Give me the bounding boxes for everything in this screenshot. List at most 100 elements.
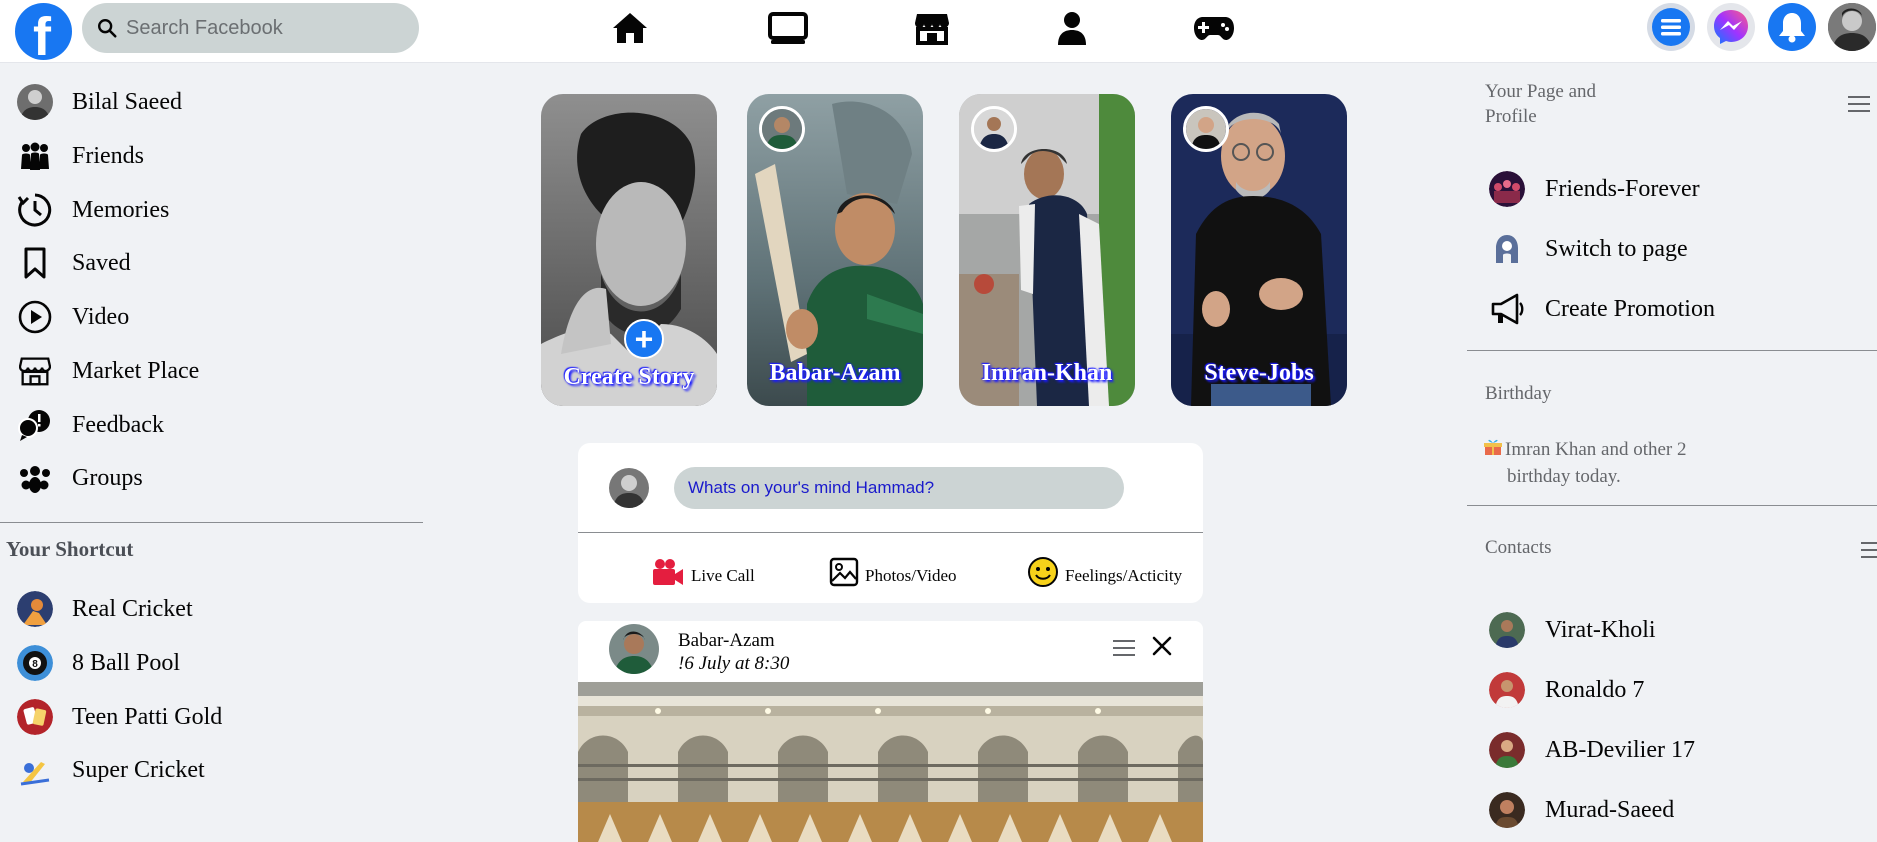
account-avatar[interactable] [1828, 3, 1876, 51]
sidebar-divider [0, 522, 423, 523]
search-icon [98, 19, 117, 38]
post-author-name[interactable]: Babar-Azam [678, 630, 775, 652]
clock-icon [17, 193, 52, 227]
pages-heading-line2: Profile [1485, 106, 1537, 127]
story-card-steve-jobs[interactable]: Steve-Jobs [1171, 94, 1347, 406]
eight-ball-icon: 8 [17, 645, 53, 681]
user-avatar [17, 84, 53, 120]
sidebar-item-marketplace[interactable]: Market Place [16, 351, 199, 391]
post-menu-icon[interactable] [1113, 639, 1135, 657]
whats-on-your-mind-input[interactable]: Whats on your's mind Hammad? [674, 467, 1124, 509]
sidebar-item-saved[interactable]: Saved [16, 243, 131, 283]
contacts-menu-icon[interactable] [1861, 541, 1877, 559]
contacts-heading: Contacts [1485, 537, 1552, 558]
page-item-create-promotion[interactable]: Create Promotion [1489, 289, 1715, 329]
story-avatar [759, 106, 805, 152]
post-timestamp: !6 July at 8:30 [678, 653, 790, 674]
birthday-text-line2: birthday today. [1507, 466, 1621, 488]
contact-avatar [1489, 732, 1525, 768]
notifications-button[interactable] [1768, 3, 1816, 51]
birthday-text-line1: Imran Khan and other 2 [1505, 439, 1687, 460]
teen-patti-icon [17, 699, 53, 735]
contact-item-murad-saeed[interactable]: Murad-Saeed [1489, 790, 1674, 830]
contact-name: AB-Devilier 17 [1545, 736, 1695, 763]
shortcut-item-teen-patti-gold[interactable]: Teen Patti Gold [16, 697, 222, 737]
megaphone-icon [1491, 293, 1524, 325]
post-composer: Whats on your's mind Hammad? Live Call P… [578, 443, 1203, 603]
sidebar-item-profile[interactable]: Bilal Saeed [16, 82, 182, 122]
menu-button[interactable] [1647, 3, 1695, 51]
contact-item-virat-kholi[interactable]: Virat-Kholi [1489, 610, 1656, 650]
menu-icon [1652, 8, 1690, 46]
shortcut-item-super-cricket[interactable]: Super Cricket [16, 750, 205, 790]
story-avatar [971, 106, 1017, 152]
contact-name: Ronaldo 7 [1545, 676, 1645, 703]
page-item-switch-to-page[interactable]: Switch to page [1489, 229, 1688, 269]
play-icon [18, 300, 52, 334]
svg-text:8: 8 [32, 659, 38, 670]
contact-name: Murad-Saeed [1545, 796, 1675, 823]
bookmark-icon [24, 247, 46, 279]
facebook-logo[interactable]: f [15, 3, 72, 67]
page-item-friends-forever[interactable]: Friends-Forever [1489, 169, 1700, 209]
smiley-icon [1028, 557, 1058, 587]
composer-avatar [609, 468, 649, 508]
photos-video-button[interactable]: Photos/Video [829, 553, 957, 591]
notifications-icon [1779, 13, 1805, 43]
post-photo[interactable] [578, 682, 1203, 842]
live-call-button[interactable]: Live Call [651, 553, 755, 591]
top-navigation-bar: f [0, 0, 1877, 67]
gift-icon [1483, 437, 1503, 464]
sidebar-item-friends[interactable]: Friends [16, 136, 144, 176]
contact-name: Virat-Kholi [1545, 616, 1656, 643]
story-card-imran-khan[interactable]: Imran-Khan [959, 94, 1135, 406]
shortcut-label: Teen Patti Gold [72, 703, 223, 730]
friends-icon [21, 142, 49, 170]
sidebar-item-feedback[interactable]: Feedback [16, 405, 164, 445]
birthday-notice[interactable]: Imran Khan and other 2 birthday today. [1483, 437, 1687, 489]
nav-home[interactable] [607, 8, 653, 48]
sidebar-item-label: Memories [72, 196, 170, 223]
feelings-activity-button[interactable]: Feelings/Acticity [1027, 553, 1182, 591]
story-card-babar-azam[interactable]: Babar-Azam [747, 94, 923, 406]
nav-watch[interactable] [765, 8, 811, 48]
image-icon [829, 557, 859, 587]
search-input[interactable] [126, 3, 406, 53]
real-cricket-icon [17, 591, 53, 627]
story-name: Babar-Azam [769, 360, 901, 386]
pages-heading-line1: Your Page and [1485, 81, 1597, 102]
right-divider [1467, 350, 1877, 351]
sidebar-item-label: Friends [72, 142, 144, 169]
marketplace-icon [915, 14, 949, 45]
groups-icon [20, 466, 50, 493]
story-name: Steve-Jobs [1204, 360, 1314, 386]
action-label: Live Call [691, 566, 755, 585]
gaming-icon [1194, 17, 1234, 40]
post-author-avatar[interactable] [609, 624, 659, 674]
sidebar-item-groups[interactable]: Groups [16, 458, 143, 498]
search-box[interactable] [82, 3, 419, 53]
contact-item-ab-devilier-17[interactable]: AB-Devilier 17 [1489, 730, 1695, 770]
nav-marketplace[interactable] [909, 8, 955, 48]
nav-profile[interactable] [1049, 8, 1095, 48]
page-item-label: Friends-Forever [1545, 175, 1700, 202]
pages-heading: Your Page and Profile [1485, 79, 1596, 129]
sidebar-item-label: Feedback [72, 411, 164, 438]
contact-avatar [1489, 792, 1525, 828]
sidebar-item-memories[interactable]: Memories [16, 190, 169, 230]
messenger-button[interactable] [1707, 3, 1755, 51]
logo-letter: f [33, 7, 51, 67]
sidebar-item-video[interactable]: Video [16, 297, 129, 337]
story-card-create[interactable]: + Create Story [541, 94, 717, 406]
shortcut-heading: Your Shortcut [6, 537, 134, 561]
shortcut-item-real-cricket[interactable]: Real Cricket [16, 589, 193, 629]
pages-menu-icon[interactable] [1848, 95, 1870, 113]
sidebar-item-label: Market Place [72, 357, 200, 384]
page-item-label: Switch to page [1545, 235, 1688, 262]
shortcut-item-8-ball-pool[interactable]: 8 8 Ball Pool [16, 643, 180, 683]
add-story-icon[interactable]: + [624, 319, 664, 359]
sidebar-item-label: Groups [72, 464, 143, 491]
close-icon[interactable] [1150, 634, 1174, 658]
contact-item-ronaldo-7[interactable]: Ronaldo 7 [1489, 670, 1644, 710]
nav-gaming[interactable] [1191, 8, 1237, 48]
